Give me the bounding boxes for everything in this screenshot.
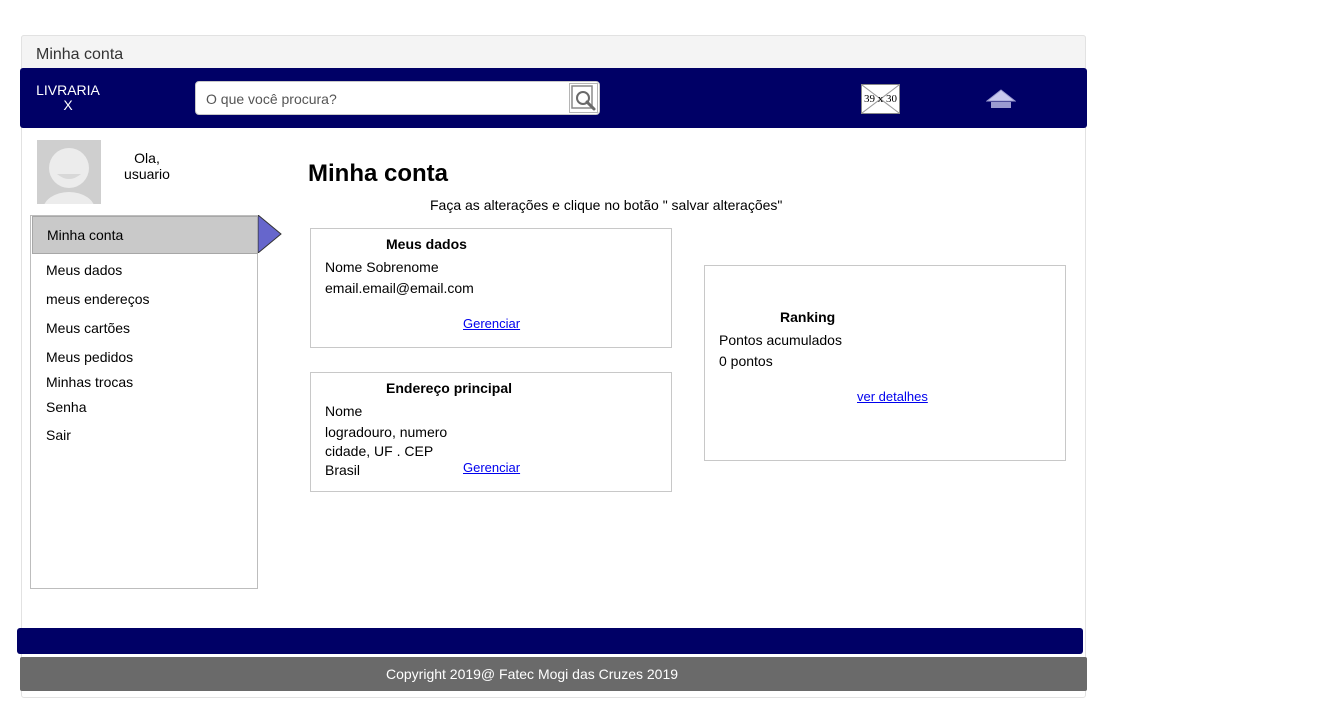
top-navbar: LIVRARIA X 39 x 30 (20, 68, 1087, 128)
sidebar-item-label: Minha conta (47, 227, 124, 243)
points-value: 0 pontos (719, 353, 773, 369)
footer-bar (17, 628, 1083, 654)
copyright-text: Copyright 2019@ Fatec Mogi das Cruzes 20… (385, 666, 679, 682)
logo-line-2: X (63, 97, 73, 113)
store-logo[interactable]: LIVRARIA X (28, 83, 108, 113)
sidebar-item-cartoes[interactable]: Meus cartões (46, 320, 130, 336)
search-box (195, 81, 600, 115)
points-label: Pontos acumulados (719, 332, 842, 348)
avatar (37, 140, 101, 204)
card-title: Meus dados (386, 236, 467, 252)
cart-image-placeholder[interactable]: 39 x 30 (861, 84, 900, 114)
address-name: Nome (325, 403, 363, 419)
user-email: email.email@email.com (325, 280, 474, 296)
sidebar-item-enderecos[interactable]: meus endereços (46, 291, 150, 307)
sidebar-item-senha[interactable]: Senha (46, 399, 86, 415)
endereco-card: Endereço principal Nome logradouro, nume… (310, 372, 672, 492)
address-country: Brasil (325, 462, 361, 478)
sidebar-item-trocas[interactable]: Minhas trocas (46, 374, 133, 390)
card-title: Endereço principal (386, 380, 513, 396)
home-icon[interactable] (986, 88, 1016, 110)
search-icon (571, 85, 596, 111)
address-street: logradouro, numero (325, 424, 448, 440)
sidebar-item-meus-dados[interactable]: Meus dados (46, 262, 122, 278)
greeting-line-2: usuario (124, 166, 170, 182)
sidebar-item-pedidos[interactable]: Meus pedidos (46, 349, 133, 365)
card-title: Ranking (780, 309, 836, 325)
search-button[interactable] (569, 83, 598, 113)
window-title: Minha conta (36, 46, 124, 63)
search-input[interactable] (206, 89, 561, 109)
address-city: cidade, UF . CEP (325, 443, 434, 459)
image-placeholder-label: 39 x 30 (864, 93, 897, 105)
logo-line-1: LIVRARIA (36, 82, 100, 98)
ranking-card: Ranking Pontos acumulados 0 pontos ver d… (704, 265, 1066, 461)
page-instructions: Faça as alterações e clique no botão " s… (430, 197, 783, 213)
sidebar-item-sair[interactable]: Sair (46, 427, 71, 443)
window-titlebar: Minha conta (21, 35, 1086, 69)
manage-address-link[interactable]: Gerenciar (463, 460, 520, 475)
copyright-bar: Copyright 2019@ Fatec Mogi das Cruzes 20… (20, 657, 1087, 691)
user-avatar-icon (37, 140, 101, 204)
meus-dados-card: Meus dados Nome Sobrenome email.email@em… (310, 228, 672, 348)
greeting-line-1: Ola, (134, 150, 160, 166)
sidebar-item-minha-conta[interactable]: Minha conta (32, 216, 258, 254)
active-arrow-icon (258, 215, 282, 253)
user-greeting: Ola, usuario (112, 150, 182, 182)
manage-data-link[interactable]: Gerenciar (463, 316, 520, 331)
user-full-name: Nome Sobrenome (325, 259, 439, 275)
ranking-details-link[interactable]: ver detalhes (857, 389, 928, 404)
page-title: Minha conta (308, 160, 449, 187)
